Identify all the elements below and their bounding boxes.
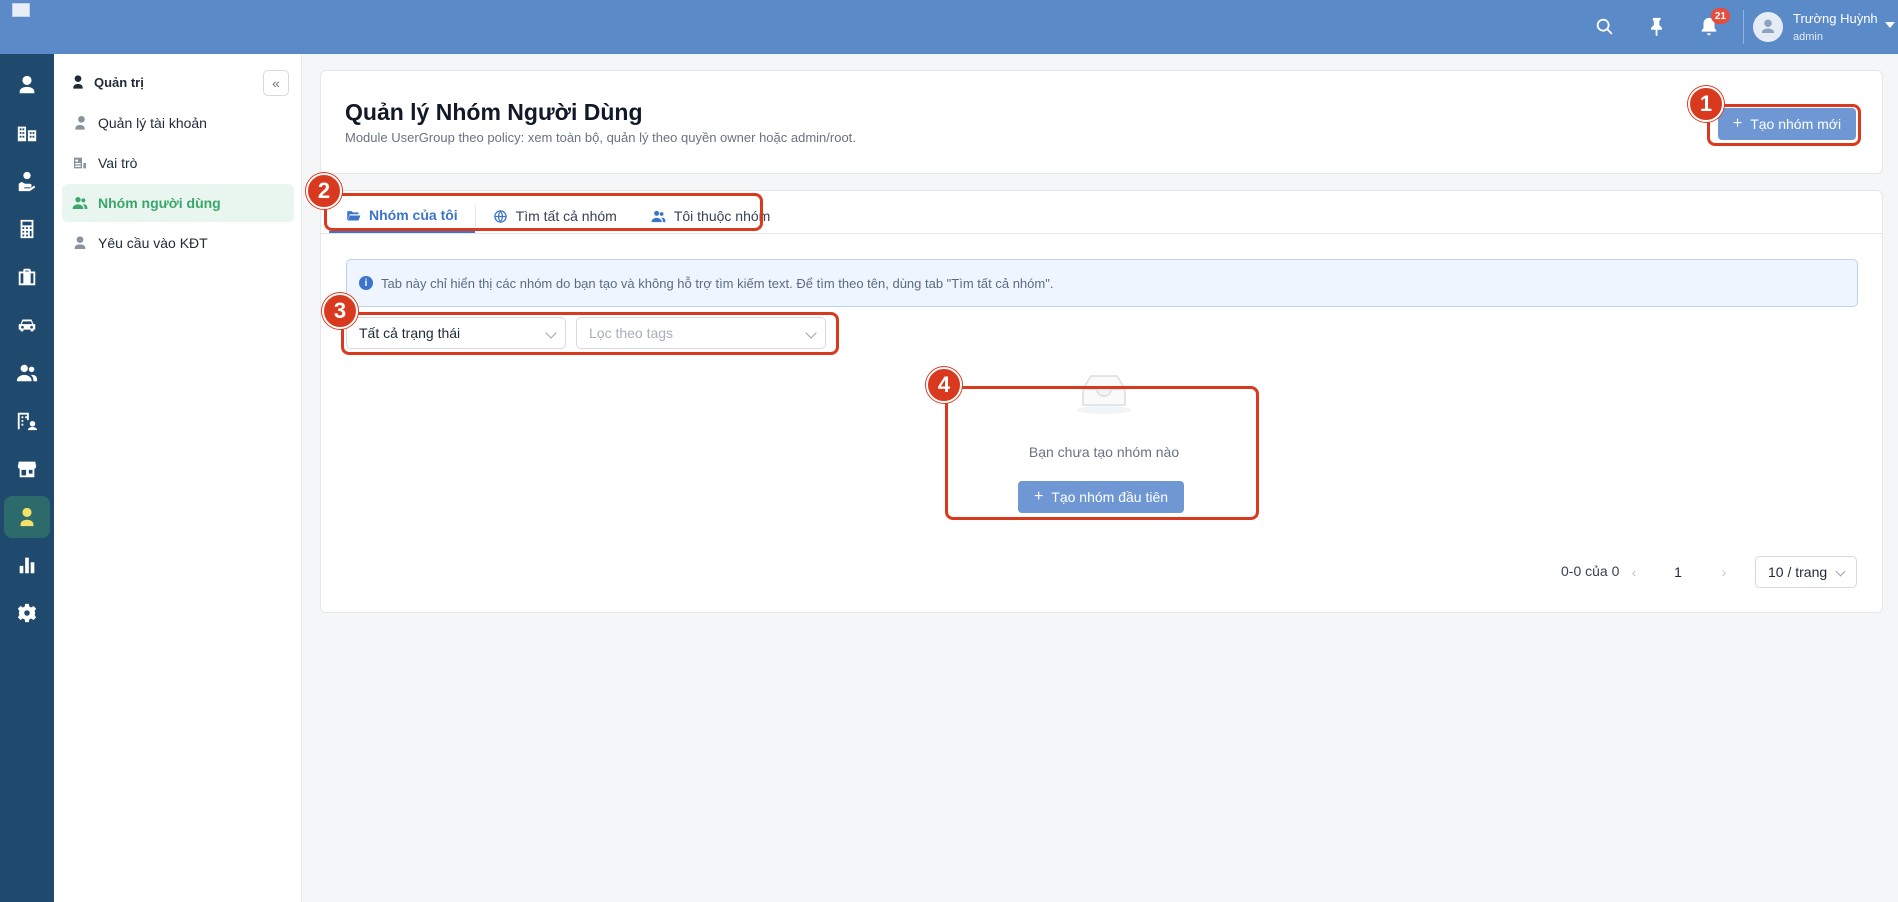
page-header-card: Quản lý Nhóm Người Dùng Module UserGroup…: [320, 70, 1883, 174]
user-tie-icon: [75, 116, 85, 130]
tab-joined-groups[interactable]: Tôi thuộc nhóm: [634, 199, 788, 233]
callout-badge-3: 3: [322, 293, 358, 329]
user-icon: [74, 236, 86, 249]
info-icon: i: [359, 276, 373, 290]
avatar[interactable]: [1753, 12, 1783, 42]
globe-icon: [493, 209, 507, 223]
folder-open-icon: [347, 210, 361, 220]
sidebar-item-label: Vai trò: [98, 155, 138, 171]
bell-icon[interactable]: 21: [1694, 8, 1730, 42]
pagination-page[interactable]: 1: [1665, 559, 1691, 585]
chevron-down-icon: [545, 327, 557, 339]
chevron-down-icon: [805, 327, 817, 339]
tab-all-groups[interactable]: Tìm tất cả nhóm: [476, 199, 634, 233]
next-page-icon[interactable]: ›: [1713, 561, 1735, 583]
rail-bar-chart-icon[interactable]: [4, 544, 50, 586]
tags-filter-placeholder: Lọc theo tags: [589, 325, 674, 341]
tab-label: Nhóm của tôi: [369, 207, 458, 223]
search-icon[interactable]: [1590, 12, 1620, 42]
page-size-value: 10 / trang: [1768, 564, 1828, 580]
empty-state-text: Bạn chưa tạo nhóm nào: [1028, 444, 1180, 460]
sidebar-heading: Quản trị: [70, 74, 144, 90]
logo-image: [12, 3, 30, 17]
callout-badge-1: 1: [1688, 86, 1724, 122]
rail-gear-icon[interactable]: [4, 592, 50, 634]
rail-user-hand-icon[interactable]: [4, 160, 50, 202]
rail-building-user-icon[interactable]: [4, 400, 50, 442]
rail-car-icon[interactable]: [4, 304, 50, 346]
callout-badge-4: 4: [926, 367, 962, 403]
rail-user-admin-icon[interactable]: [4, 496, 50, 538]
tab-label: Tôi thuộc nhóm: [673, 208, 771, 224]
id-card-icon: [74, 157, 86, 169]
user-role: admin: [1793, 31, 1823, 43]
user-name[interactable]: Trường Huỳnh: [1793, 11, 1878, 26]
notification-badge: 21: [1710, 8, 1730, 24]
groups-card: Nhóm của tôi Tìm tất cả nhóm Tôi thuộc n…: [320, 190, 1883, 613]
rail-users-icon[interactable]: [4, 352, 50, 394]
sidebar-heading-label: Quản trị: [94, 74, 144, 90]
sidebar-item-label: Yêu cầu vào KĐT: [98, 235, 208, 251]
group-tabs: Nhóm của tôi Tìm tất cả nhóm Tôi thuộc n…: [329, 199, 787, 233]
rail-calculator-icon[interactable]: [4, 208, 50, 250]
page-subtitle: Module UserGroup theo policy: xem toàn b…: [345, 130, 856, 145]
rail-user-icon[interactable]: [4, 64, 50, 106]
tabs-underline: [321, 233, 1882, 234]
create-group-button[interactable]: + Tạo nhóm mới: [1718, 108, 1856, 140]
collapse-sidebar-button[interactable]: «: [263, 70, 289, 96]
sidebar-item-accounts[interactable]: Quản lý tài khoản: [62, 104, 294, 142]
sidebar-item-label: Quản lý tài khoản: [98, 115, 207, 131]
page-title: Quản lý Nhóm Người Dùng: [345, 99, 643, 125]
tags-filter-select[interactable]: Lọc theo tags: [576, 317, 826, 349]
create-group-label: Tạo nhóm mới: [1750, 116, 1842, 132]
status-filter-value: Tất cả trạng thái: [359, 325, 461, 341]
users-icon: [651, 210, 666, 222]
info-text: Tab này chỉ hiển thị các nhóm do bạn tạo…: [381, 275, 1054, 291]
sidebar-item-kdt-requests[interactable]: Yêu cầu vào KĐT: [62, 224, 294, 262]
empty-inbox-icon: [1077, 375, 1131, 414]
rail-buildings-icon[interactable]: [4, 112, 50, 154]
plus-icon: +: [1732, 115, 1743, 132]
user-menu-caret-icon[interactable]: [1885, 22, 1895, 28]
tab-my-groups[interactable]: Nhóm của tôi: [329, 199, 475, 233]
top-bar: 21 Trường Huỳnh admin: [0, 0, 1898, 54]
status-filter-select[interactable]: Tất cả trạng thái: [346, 317, 566, 349]
topbar-divider: [1743, 10, 1744, 44]
pin-icon[interactable]: [1642, 12, 1672, 42]
sidebar: Quản trị « Quản lý tài khoản Vai trò Nhó…: [54, 54, 302, 902]
info-alert: i Tab này chỉ hiển thị các nhóm do bạn t…: [346, 259, 1858, 307]
create-first-group-label: Tạo nhóm đầu tiên: [1051, 489, 1169, 505]
create-first-group-button[interactable]: + Tạo nhóm đầu tiên: [1018, 481, 1184, 513]
chevron-down-icon: [1835, 566, 1846, 577]
page-size-select[interactable]: 10 / trang: [1755, 556, 1857, 588]
icon-rail: [0, 54, 54, 902]
sidebar-item-user-groups[interactable]: Nhóm người dùng: [62, 184, 294, 222]
user-admin-icon: [73, 75, 83, 89]
users-icon: [72, 197, 88, 209]
rail-store-icon[interactable]: [4, 448, 50, 490]
rail-briefcase-icon[interactable]: [4, 256, 50, 298]
callout-badge-2: 2: [306, 173, 342, 209]
pagination-total: 0-0 của 0: [1561, 563, 1620, 579]
plus-icon: +: [1033, 488, 1044, 505]
sidebar-item-roles[interactable]: Vai trò: [62, 144, 294, 182]
tab-label: Tìm tất cả nhóm: [515, 208, 617, 224]
sidebar-item-label: Nhóm người dùng: [98, 195, 221, 211]
prev-page-icon[interactable]: ‹: [1623, 561, 1645, 583]
